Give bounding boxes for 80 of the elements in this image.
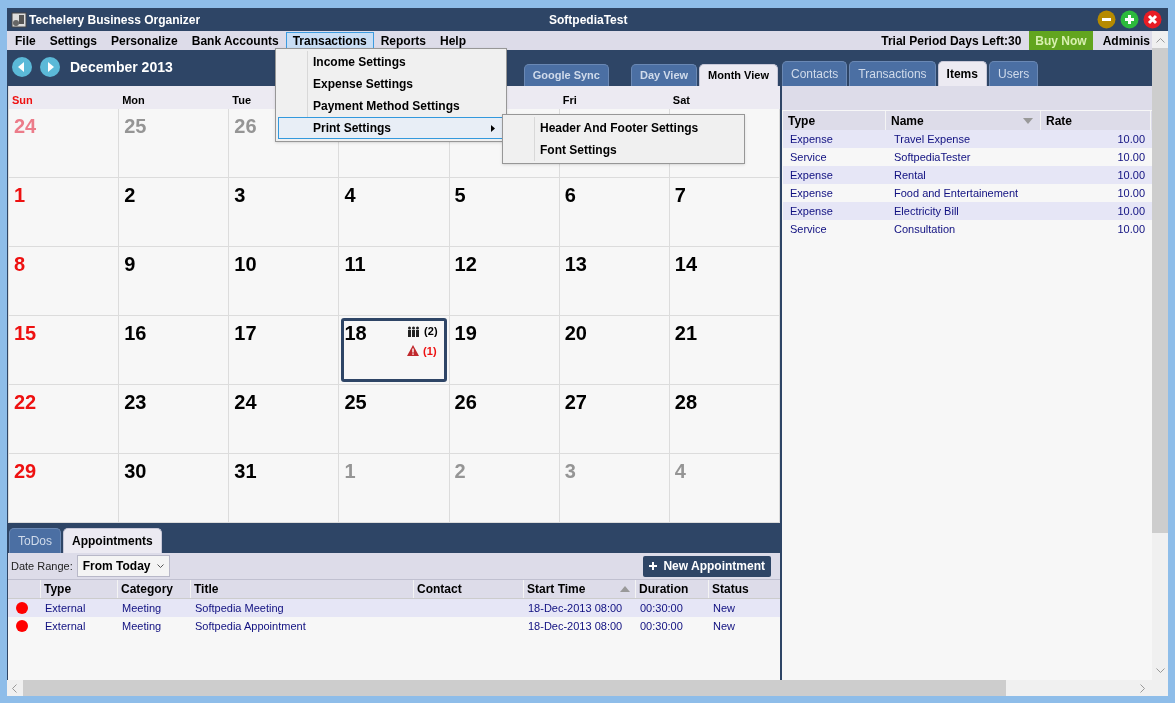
table-cell: Rental bbox=[894, 168, 926, 181]
day-number: 4 bbox=[674, 461, 686, 481]
table-cell: Food and Entertainement bbox=[894, 186, 1019, 199]
weekday-label: Sun bbox=[12, 92, 33, 108]
trial-status: Trial Period Days Left:30 bbox=[881, 32, 1022, 50]
day-number: 15 bbox=[14, 323, 37, 343]
table-cell: 10.00 bbox=[1117, 168, 1145, 181]
day-number: 10 bbox=[234, 254, 257, 274]
day-number: 27 bbox=[564, 392, 587, 412]
window-title: Techelery Business Organizer bbox=[29, 11, 201, 29]
table-cell: 10.00 bbox=[1117, 150, 1145, 163]
day-number: 26 bbox=[234, 116, 257, 136]
day-number: 30 bbox=[124, 461, 147, 481]
day-number: 3 bbox=[234, 185, 246, 205]
weekday-label: Fri bbox=[562, 92, 577, 108]
weekday-label: Tue bbox=[232, 92, 252, 108]
table-cell: Service bbox=[790, 222, 827, 235]
table-cell: Consultation bbox=[894, 222, 956, 235]
table-cell: SoftpediaTester bbox=[894, 150, 971, 163]
table-cell: 18-Dec-2013 08:00 bbox=[528, 601, 623, 614]
day-number: 18 bbox=[344, 323, 367, 343]
date-range-label: Date Range: bbox=[11, 558, 73, 574]
day-number: 26 bbox=[454, 392, 477, 412]
day-number: 28 bbox=[674, 392, 698, 412]
day-number: 21 bbox=[674, 323, 698, 343]
day-number: 25 bbox=[124, 116, 147, 136]
day-number: 24 bbox=[234, 392, 257, 412]
table-cell: Expense bbox=[790, 168, 833, 181]
day-number: 29 bbox=[14, 461, 37, 481]
day-number: 1 bbox=[14, 185, 26, 205]
day-number: 14 bbox=[674, 254, 698, 274]
day-number: 31 bbox=[234, 461, 257, 481]
day-number: 13 bbox=[564, 254, 587, 274]
table-cell: Softpedia Appointment bbox=[195, 619, 306, 632]
table-cell: 00:30:00 bbox=[640, 601, 683, 614]
table-cell: External bbox=[45, 601, 86, 614]
day-number: 11 bbox=[344, 254, 366, 274]
table-cell: 10.00 bbox=[1117, 186, 1145, 199]
table-cell: Meeting bbox=[122, 619, 162, 632]
day-number: 7 bbox=[674, 185, 686, 205]
day-number: 5 bbox=[454, 185, 466, 205]
day-number: 19 bbox=[454, 323, 477, 343]
event-count: (2) bbox=[424, 324, 438, 339]
weekday-label: Sat bbox=[672, 92, 690, 108]
day-number: 6 bbox=[564, 185, 576, 205]
table-cell: Meeting bbox=[122, 601, 162, 614]
table-cell: Electricity Bill bbox=[894, 204, 959, 217]
table-cell: 18-Dec-2013 08:00 bbox=[528, 619, 623, 632]
month-title: December 2013 bbox=[70, 57, 173, 77]
table-cell: Expense bbox=[790, 186, 833, 199]
weekday-label: Mon bbox=[122, 92, 145, 108]
day-number: 20 bbox=[564, 323, 587, 343]
event-count: (1) bbox=[423, 343, 437, 359]
day-number: 12 bbox=[454, 254, 477, 274]
table-cell: New bbox=[713, 619, 735, 632]
day-number: 3 bbox=[564, 461, 576, 481]
table-cell: 10.00 bbox=[1117, 204, 1145, 217]
table-cell: Travel Expense bbox=[894, 132, 971, 145]
day-number: 2 bbox=[454, 461, 466, 481]
day-number: 16 bbox=[124, 323, 147, 343]
table-cell: New bbox=[713, 601, 735, 614]
day-number: 2 bbox=[124, 185, 136, 205]
day-number: 8 bbox=[14, 254, 26, 274]
day-number: 24 bbox=[14, 116, 37, 136]
table-cell: 00:30:00 bbox=[640, 619, 683, 632]
day-number: 1 bbox=[344, 461, 356, 481]
day-number: 25 bbox=[344, 392, 367, 412]
table-cell: Service bbox=[790, 150, 827, 163]
day-number: 23 bbox=[124, 392, 147, 412]
table-cell: Expense bbox=[790, 204, 833, 217]
table-cell: 10.00 bbox=[1117, 222, 1145, 235]
day-number: 17 bbox=[234, 323, 257, 343]
day-number: 4 bbox=[344, 185, 356, 205]
day-number: 9 bbox=[124, 254, 136, 274]
user-name: SoftpediaTest bbox=[549, 11, 628, 29]
table-cell: Softpedia Meeting bbox=[195, 601, 284, 614]
day-number: 22 bbox=[14, 392, 37, 412]
table-cell: 10.00 bbox=[1117, 132, 1145, 145]
table-cell: External bbox=[45, 619, 86, 632]
table-cell: Expense bbox=[790, 132, 833, 145]
